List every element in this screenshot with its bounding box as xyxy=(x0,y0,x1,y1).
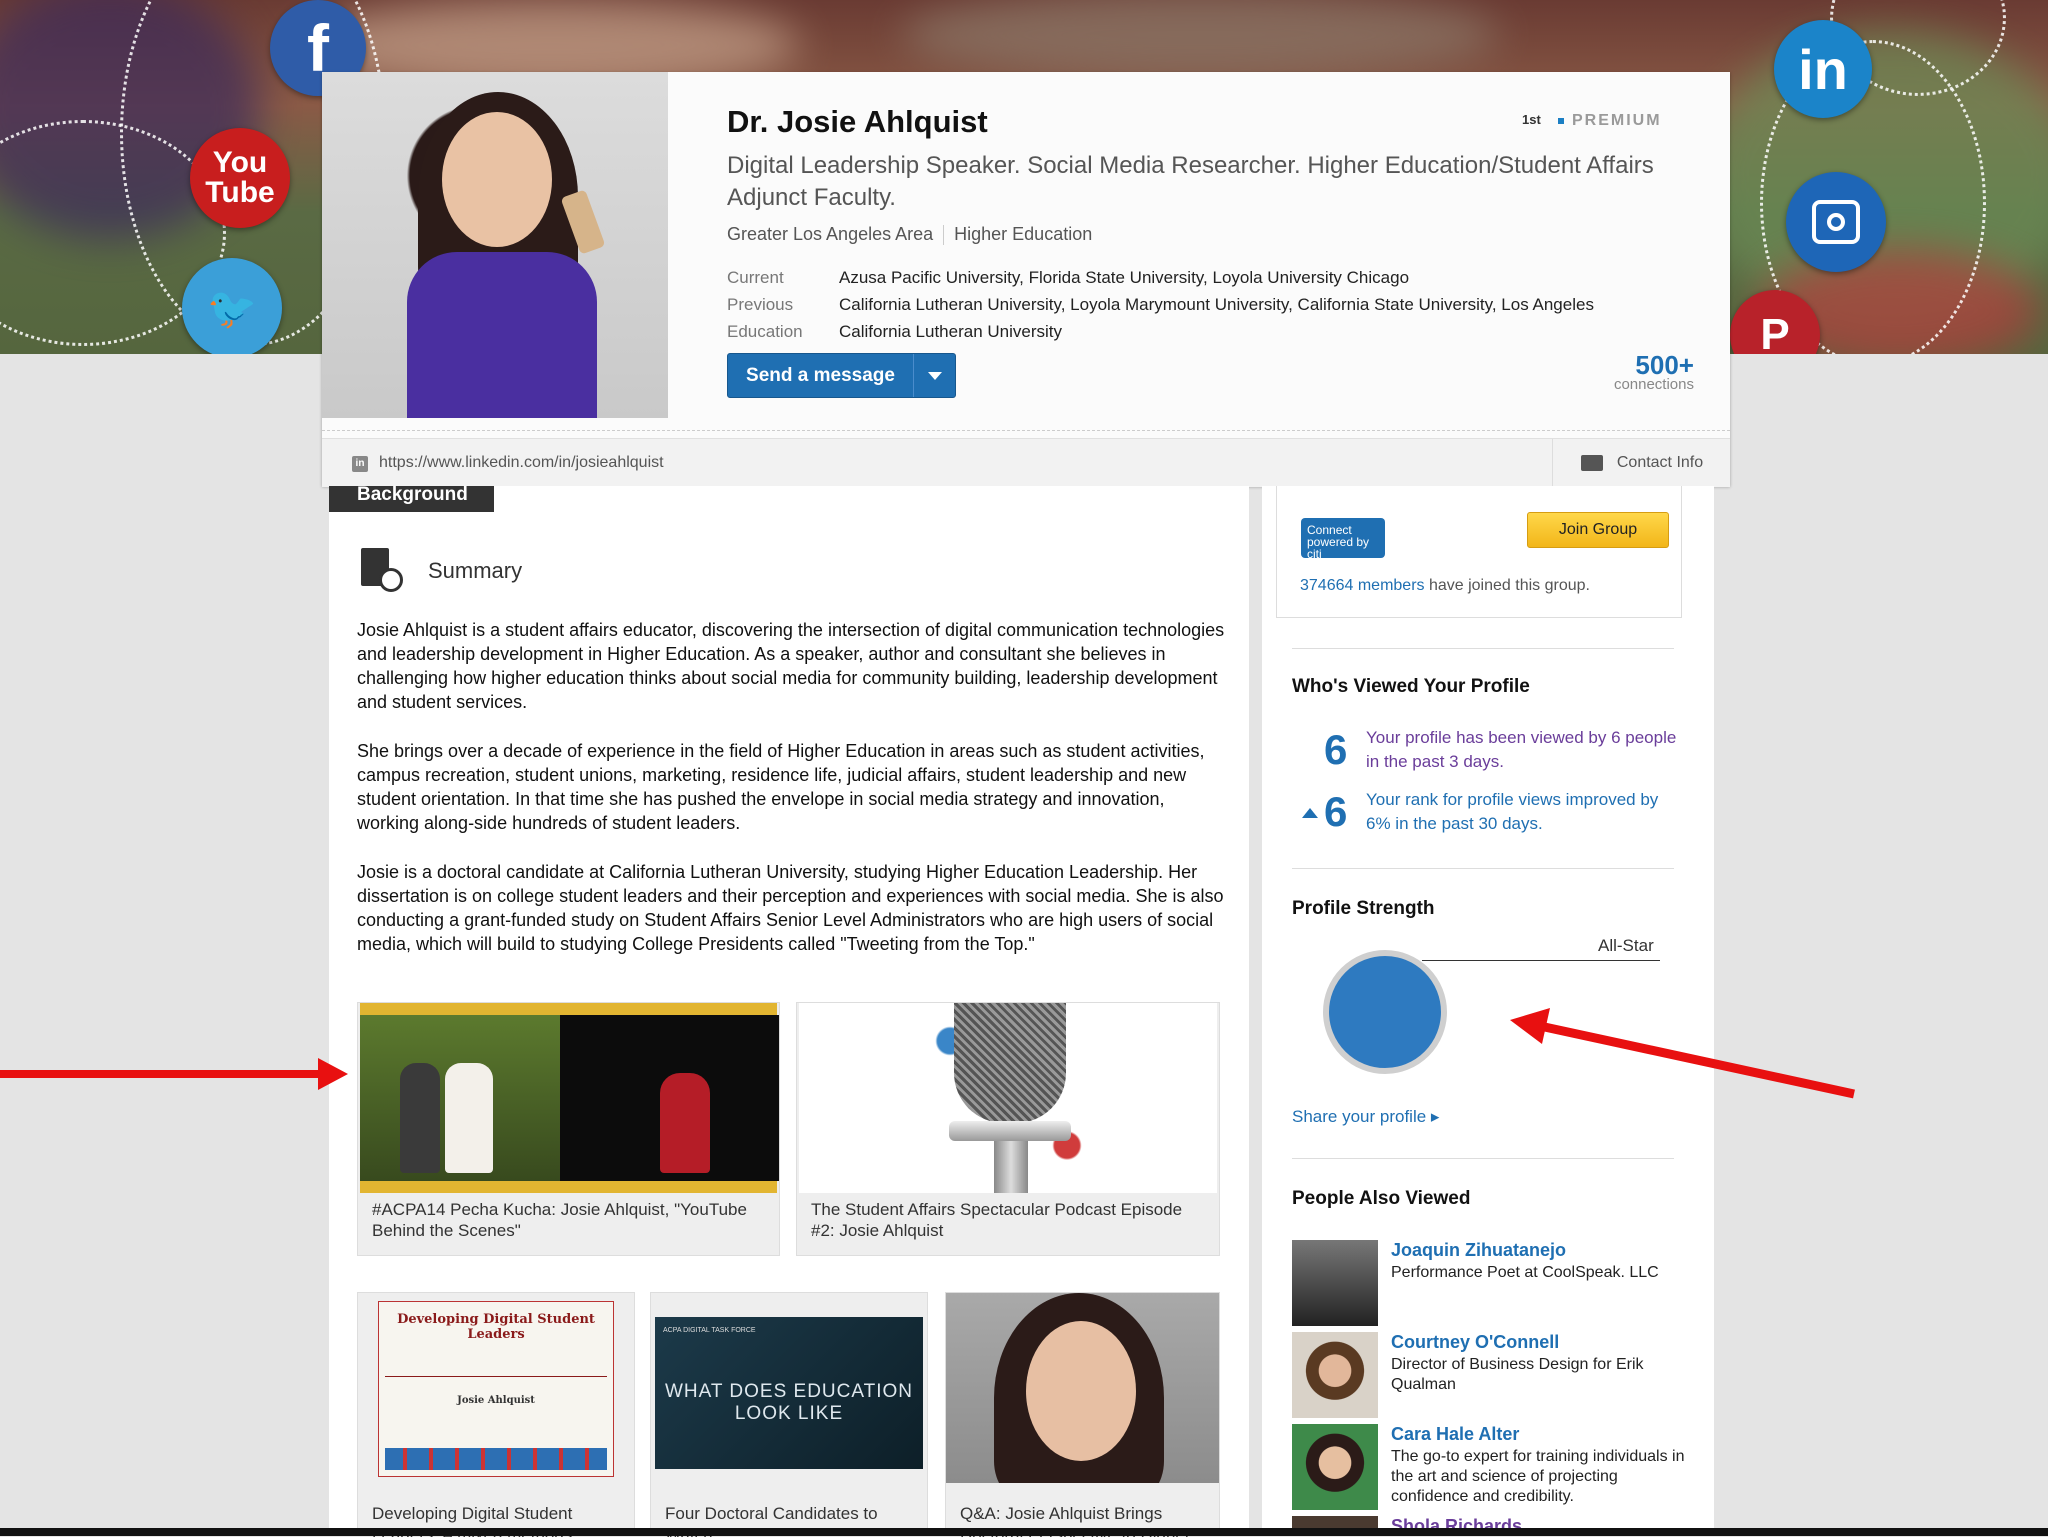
person-name[interactable]: Cara Hale Alter xyxy=(1391,1424,1519,1445)
youtube-word-2: Tube xyxy=(205,176,275,209)
profile-name: Dr. Josie Ahlquist xyxy=(727,104,988,139)
annotation-arrow-left xyxy=(0,1070,330,1078)
person-name[interactable]: Shola Richards xyxy=(1391,1516,1522,1528)
linkedin-glyph: in xyxy=(1798,37,1848,101)
strength-level-line xyxy=(1422,960,1660,961)
media-item[interactable]: The Student Affairs Spectacular Podcast … xyxy=(796,1002,1220,1256)
annotation-arrow-right xyxy=(1510,1008,1855,1099)
summary-title: Summary xyxy=(428,558,523,583)
article-thumbnail: ACPA DIGITAL TASK FORCE WHAT DOES EDUCAT… xyxy=(655,1317,923,1469)
premium-badge: PREMIUM xyxy=(1558,112,1662,130)
current-label: Current xyxy=(727,268,784,287)
summary-paragraph: Josie is a doctoral candidate at Califor… xyxy=(357,862,1224,954)
connection-degree-badge: 1st xyxy=(1522,112,1541,127)
education-value[interactable]: California Lutheran University xyxy=(839,322,1062,342)
media-caption: #ACPA14 Pecha Kucha: Josie Ahlquist, "Yo… xyxy=(372,1200,747,1240)
thumb-doc-title: Developing Digital Student Leaders xyxy=(397,1312,595,1342)
members-count[interactable]: 374664 members xyxy=(1300,577,1425,594)
bottom-bar xyxy=(0,1528,2048,1536)
card-divider xyxy=(322,430,1730,431)
person-title: Director of Business Design for Erik Qua… xyxy=(1391,1356,1644,1393)
current-positions[interactable]: Azusa Pacific University, Florida State … xyxy=(839,268,1409,288)
media-item[interactable]: #ACPA14 Pecha Kucha: Josie Ahlquist, "Yo… xyxy=(357,1002,780,1256)
media-caption: The Student Affairs Spectacular Podcast … xyxy=(811,1200,1183,1240)
media-item[interactable]: ACPA DIGITAL TASK FORCE WHAT DOES EDUCAT… xyxy=(650,1292,928,1537)
citi-connect-logo[interactable]: Connect powered by citi xyxy=(1301,518,1385,560)
profile-photo xyxy=(322,72,668,418)
profile-industry[interactable]: Higher Education xyxy=(954,224,1092,244)
background-tab[interactable]: Background xyxy=(329,485,494,512)
connections-label: connections xyxy=(1613,376,1694,393)
people-also-viewed-title: People Also Viewed xyxy=(1292,1188,1471,1209)
person-title: Performance Poet at CoolSpeak. LLC xyxy=(1391,1264,1659,1281)
previous-label: Previous xyxy=(727,295,794,314)
arrow-up-icon xyxy=(1302,808,1318,818)
avatar[interactable] xyxy=(1292,1240,1378,1326)
profile-strength-title: Profile Strength xyxy=(1292,898,1435,919)
video-thumbnail xyxy=(360,1003,779,1193)
youtube-word-1: You xyxy=(212,146,268,179)
contact-info-button[interactable]: Contact Info xyxy=(1552,439,1731,487)
thumb-text: WHAT DOES EDUCATION LOOK LIKE xyxy=(664,1381,914,1424)
person-title: The go-to expert for training individual… xyxy=(1391,1448,1685,1505)
instagram-icon xyxy=(1786,172,1886,272)
views-text[interactable]: Your profile has been viewed by 6 people… xyxy=(1366,726,1686,774)
person-name[interactable]: Courtney O'Connell xyxy=(1391,1332,1559,1353)
profile-location[interactable]: Greater Los Angeles Area xyxy=(727,224,933,244)
article-thumbnail xyxy=(946,1293,1219,1483)
avatar[interactable] xyxy=(1292,1332,1378,1418)
media-item[interactable]: Q&A: Josie Ahlquist Brings Doctoral Pers… xyxy=(945,1292,1220,1537)
strength-level-label: All-Star xyxy=(1598,936,1654,955)
whos-viewed-title[interactable]: Who's Viewed Your Profile xyxy=(1292,676,1530,698)
group-members-text: 374664 members have joined this group. xyxy=(1300,577,1590,595)
previous-positions[interactable]: California Lutheran University, Loyola M… xyxy=(839,295,1594,315)
thumb-tag: ACPA DIGITAL TASK FORCE xyxy=(663,1327,756,1334)
profile-url[interactable]: https://www.linkedin.com/in/josieahlquis… xyxy=(379,454,664,472)
person-name[interactable]: Joaquin Zihuatanejo xyxy=(1391,1240,1566,1261)
contact-info-label: Contact Info xyxy=(1616,454,1704,471)
linkedin-small-icon: in xyxy=(352,456,368,472)
document-thumbnail: Developing Digital Student Leaders Josie… xyxy=(378,1301,614,1477)
public-url-bar: in https://www.linkedin.com/in/josieahlq… xyxy=(322,438,1730,487)
avatar[interactable] xyxy=(1292,1516,1378,1528)
education-label: Education xyxy=(727,322,803,341)
views-count[interactable]: 6 xyxy=(1324,726,1347,774)
divider xyxy=(1292,648,1674,649)
send-message-button[interactable]: Send a message xyxy=(727,353,956,398)
divider xyxy=(1292,868,1674,869)
profile-strength-meter xyxy=(1323,950,1447,1074)
profile-headline: Digital Leadership Speaker. Social Media… xyxy=(727,152,1654,211)
location-industry-row: Greater Los Angeles Area Higher Education xyxy=(727,224,1092,246)
chevron-down-icon[interactable] xyxy=(913,354,955,397)
profile-card: Dr. Josie Ahlquist 1st PREMIUM Digital L… xyxy=(322,72,1730,487)
summary-paragraph: Josie Ahlquist is a student affairs educ… xyxy=(357,620,1225,712)
annotation-arrowhead-left xyxy=(318,1058,348,1090)
members-suffix: have joined this group. xyxy=(1424,577,1590,594)
avatar[interactable] xyxy=(1292,1424,1378,1510)
youtube-icon: You Tube xyxy=(190,128,290,228)
summary-paragraph: She brings over a decade of experience i… xyxy=(357,741,1205,833)
linkedin-icon: in xyxy=(1774,20,1872,118)
media-item[interactable]: Developing Digital Student Leaders Josie… xyxy=(357,1292,635,1537)
summary-icon xyxy=(361,548,403,592)
rank-count[interactable]: 6 xyxy=(1324,788,1347,836)
podcast-thumbnail xyxy=(799,1003,1217,1193)
divider xyxy=(1292,1158,1674,1159)
twitter-icon: 🐦 xyxy=(182,258,282,354)
background-section: Background Summary Josie Ahlquist is a s… xyxy=(329,485,1249,1537)
thumb-doc-author: Josie Ahlquist xyxy=(457,1395,535,1406)
join-group-button[interactable]: Join Group xyxy=(1527,512,1669,548)
share-profile-link[interactable]: Share your profile ▸ xyxy=(1292,1107,1439,1127)
rank-text[interactable]: Your rank for profile views improved by … xyxy=(1366,788,1686,836)
folder-icon xyxy=(1580,455,1603,471)
group-ad: Connect powered by citi Join Group 37466… xyxy=(1276,486,1682,618)
send-message-label: Send a message xyxy=(746,364,895,386)
